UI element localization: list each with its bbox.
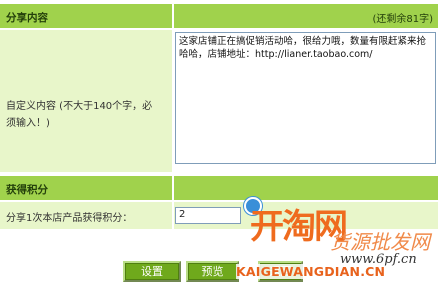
site-watermark: www.6pf.cn xyxy=(340,252,417,267)
custom-content-label-line1: 自定义内容 (不大于140个字，必 xyxy=(6,101,153,112)
settings-button[interactable]: 设置 xyxy=(123,261,181,282)
points-input[interactable]: 2 xyxy=(175,207,241,224)
custom-content-textarea[interactable]: 这家店铺正在搞促销活动哈，很给力哦，数量有限赶紧来抢哈哈，店铺地址：http:/… xyxy=(175,32,436,164)
points-label: 分享1次本店产品获得积分： xyxy=(6,213,133,224)
share-content-title: 分享内容 xyxy=(6,12,48,24)
brand-watermark: 货源批发网 xyxy=(330,230,430,254)
preview-button[interactable]: 预览 xyxy=(186,261,239,282)
points-title: 获得积分 xyxy=(6,184,48,196)
custom-content-label-line2: 须输入！) xyxy=(6,118,50,129)
remaining-count: (还剩余81字) xyxy=(372,14,433,25)
